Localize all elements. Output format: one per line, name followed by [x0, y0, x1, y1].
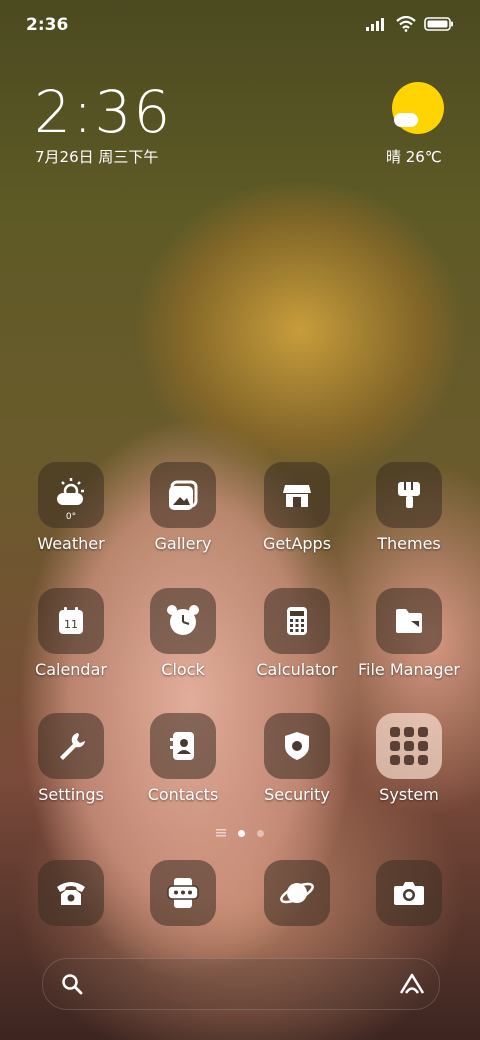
app-label: GetApps — [262, 534, 332, 553]
messages-icon — [167, 878, 199, 908]
themes-icon — [376, 462, 442, 528]
dock-phone[interactable] — [38, 860, 104, 926]
app-themes[interactable]: Themes — [354, 462, 464, 553]
search-icon[interactable] — [61, 973, 83, 995]
app-weather[interactable]: 0° Weather — [16, 462, 126, 553]
status-time: 2:36 — [26, 15, 69, 35]
assistant-icon[interactable] — [399, 972, 425, 996]
app-gallery[interactable]: Gallery — [128, 462, 238, 553]
app-settings[interactable]: Settings — [16, 713, 126, 804]
dock-messages[interactable] — [150, 860, 216, 926]
status-bar: 2:36 — [0, 0, 480, 50]
menu-lines-icon — [216, 829, 226, 837]
weather-icon-temp: 0° — [65, 512, 77, 522]
phone-icon — [57, 882, 85, 905]
app-label: Security — [264, 785, 330, 804]
getapps-icon — [264, 462, 330, 528]
search-bar[interactable] — [42, 958, 440, 1010]
calendar-icon-day: 11 — [64, 618, 78, 631]
app-security[interactable]: Security — [242, 713, 352, 804]
clock-widget-time[interactable]: 2:36 — [34, 78, 172, 146]
app-label: Calendar — [35, 660, 107, 679]
app-label: Settings — [38, 785, 104, 804]
settings-icon — [38, 713, 104, 779]
file-manager-icon — [376, 588, 442, 654]
page-dot — [257, 829, 264, 837]
calculator-icon — [264, 588, 330, 654]
app-label: Calculator — [256, 660, 338, 679]
app-contacts[interactable]: Contacts — [128, 713, 238, 804]
weather-widget-text[interactable]: 晴 26℃ — [386, 146, 442, 167]
app-label: Contacts — [147, 785, 219, 804]
signal-icon — [366, 18, 384, 31]
app-label: Themes — [377, 534, 441, 553]
dock-camera[interactable] — [376, 860, 442, 926]
app-label: Gallery — [154, 534, 212, 553]
app-label: System — [379, 785, 439, 804]
security-icon — [264, 713, 330, 779]
app-getapps[interactable]: GetApps — [242, 462, 352, 553]
app-file-manager[interactable]: File Manager — [354, 588, 464, 679]
page-dot-active — [238, 829, 245, 837]
app-label: Clock — [161, 660, 205, 679]
app-label: File Manager — [358, 660, 460, 679]
page-indicator[interactable] — [0, 829, 480, 837]
gallery-icon — [150, 462, 216, 528]
weather-cloud-icon — [394, 113, 418, 127]
system-folder-icon — [376, 713, 442, 779]
clock-widget-date[interactable]: 7月26日 周三下午 — [35, 146, 158, 167]
wifi-icon — [396, 16, 416, 32]
camera-icon — [394, 882, 424, 905]
browser-icon — [280, 882, 314, 904]
calendar-icon: 11 — [38, 588, 104, 654]
app-calculator[interactable]: Calculator — [242, 588, 352, 679]
app-calendar[interactable]: 11 Calendar — [16, 588, 126, 679]
battery-icon — [424, 17, 453, 31]
contacts-icon — [150, 713, 216, 779]
app-system-folder[interactable]: System — [354, 713, 464, 804]
app-label: Weather — [37, 534, 105, 553]
clock-icon — [150, 588, 216, 654]
dock-browser[interactable] — [264, 860, 330, 926]
status-icons — [366, 16, 454, 32]
app-clock[interactable]: Clock — [128, 588, 238, 679]
